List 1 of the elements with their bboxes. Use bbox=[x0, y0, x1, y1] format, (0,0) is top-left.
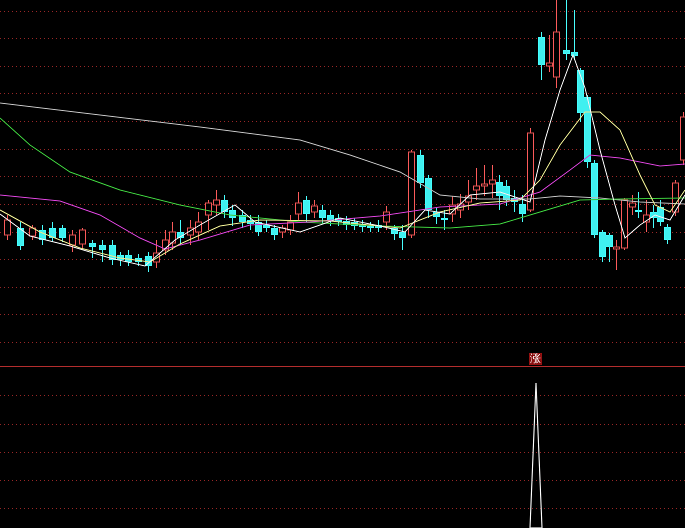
signal-label: 涨 bbox=[529, 353, 542, 365]
